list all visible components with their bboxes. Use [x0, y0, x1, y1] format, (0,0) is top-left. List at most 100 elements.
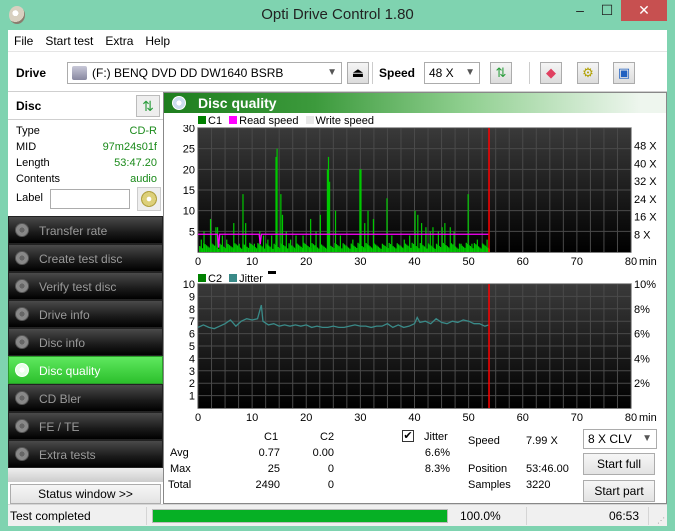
divider [648, 507, 649, 525]
menu-start-test[interactable]: Start test [39, 30, 99, 48]
stats-max-label: Max [170, 463, 191, 475]
c1-bar [337, 245, 339, 252]
c1-bar [231, 247, 233, 252]
disc-contents-key: Contents [16, 173, 61, 185]
panel-title: Disc quality [198, 95, 277, 111]
nav-label: Disc info [39, 336, 86, 350]
c1-bar [456, 247, 458, 252]
nav-label: Create test disc [39, 252, 123, 266]
start-part-button[interactable]: Start part [583, 480, 655, 502]
c1-bar [293, 247, 296, 252]
c1-bar [322, 245, 324, 252]
refresh-button[interactable]: ⇅ [490, 62, 512, 84]
nav-verify-test-disc[interactable]: Verify test disc [8, 272, 163, 300]
disc-gear-icon [15, 391, 29, 405]
disc-gear-icon [15, 335, 29, 349]
jitter-checkbox[interactable]: ✔ [402, 430, 414, 442]
disc-contents-value: audio [130, 173, 157, 185]
y2-tick-label: 8 X [634, 229, 651, 241]
c1-bar [473, 243, 476, 252]
c1-bar [448, 247, 450, 252]
eject-icon: ⏏ [351, 65, 365, 80]
c1-bar [391, 235, 393, 252]
status-bar: Test completed 100.0% 06:53 ⋰ [8, 504, 667, 526]
menu-file[interactable]: File [8, 30, 39, 48]
c1-bar [396, 243, 398, 252]
nav-cd-bler[interactable]: CD Bler [8, 384, 163, 412]
c1-bar [404, 243, 407, 252]
c1-bar [445, 245, 447, 252]
nav-label: FE / TE [39, 420, 80, 434]
position-value: 53:46.00 [526, 463, 569, 475]
progress-fill [153, 510, 447, 522]
c1-bar [241, 248, 243, 252]
c1-bar [277, 246, 279, 252]
nav-transfer-rate[interactable]: Transfer rate [8, 216, 163, 244]
c1-bar [406, 244, 408, 252]
resize-grip-icon[interactable]: ⋰ [657, 516, 665, 525]
c1-bar [262, 235, 265, 252]
menu-help[interactable]: Help [139, 30, 176, 48]
divider [529, 62, 530, 84]
nav-disc-info[interactable]: Disc info [8, 328, 163, 356]
y2-tick-label: 4% [634, 353, 650, 365]
c1-bar [472, 248, 474, 252]
position-label: Position [468, 463, 508, 475]
y-tick-label: 9 [189, 291, 195, 303]
c1-bar [347, 247, 350, 252]
drive-select[interactable]: (F:) BENQ DVD DD DW1640 BSRB ▼ [67, 62, 342, 84]
nav-create-test-disc[interactable]: Create test disc [8, 244, 163, 272]
c1-bar [346, 246, 348, 252]
c1-bar [246, 246, 248, 252]
c1-bar [446, 246, 449, 252]
status-window-button[interactable]: Status window >> [10, 484, 161, 504]
c1-bar [364, 223, 366, 252]
c1-bar [345, 245, 347, 252]
speed-value: 48 X [429, 66, 454, 80]
x-tick-label: 10 [246, 256, 258, 268]
c1-bar [281, 214, 284, 252]
y-tick-label: 30 [183, 125, 195, 135]
speed-select[interactable]: 48 X ▼ [424, 62, 480, 84]
c1-bar [480, 248, 482, 252]
c1-bar [374, 244, 377, 252]
c1-bar [282, 245, 285, 252]
c1-bar [250, 243, 252, 252]
settings-button[interactable]: ⚙ [577, 62, 599, 84]
c1-bar [357, 242, 359, 252]
c1-bar [415, 246, 417, 252]
c1-bar [292, 246, 294, 252]
write-label-button[interactable] [137, 187, 161, 211]
save-button[interactable]: ▣ [613, 62, 635, 84]
c1-bar [201, 248, 204, 252]
c1-bar [331, 246, 333, 252]
c1-bar [457, 248, 459, 252]
disc-refresh-button[interactable]: ⇅ [136, 95, 160, 117]
stats-total-label: Total [168, 479, 192, 491]
c1-bar [343, 244, 346, 252]
nav-fe-te[interactable]: FE / TE [8, 412, 163, 440]
y2-tick-label: 24 X [634, 194, 657, 206]
start-full-button[interactable]: Start full [583, 453, 655, 475]
disc-label-input[interactable] [50, 189, 130, 209]
minimize-button[interactable]: ‒ [567, 0, 593, 21]
test-speed-select[interactable]: 8 X CLV ▼ [583, 429, 657, 449]
erase-button[interactable]: ◆ [540, 62, 562, 84]
disc-gear-icon [15, 419, 29, 433]
c1-bar [327, 156, 330, 252]
menu-extra[interactable]: Extra [99, 30, 139, 48]
disc-type-row: Type CD-R [16, 125, 157, 141]
maximize-button[interactable]: ☐ [594, 0, 620, 21]
nav-disc-quality[interactable]: Disc quality [8, 356, 163, 384]
c1-bar [442, 242, 444, 252]
nav-extra-tests[interactable]: Extra tests [8, 440, 163, 468]
eject-button[interactable]: ⏏ [347, 62, 369, 84]
c1-bar [395, 248, 397, 252]
c1-bar [276, 148, 278, 252]
close-button[interactable]: ✕ [621, 0, 667, 21]
menu-bar: File Start test Extra Help [8, 30, 667, 52]
c1-chart: 5 10 15 20 25 30 0 10 20 30 40 50 60 70 80 min 8 X 16 X 24… [183, 125, 658, 268]
c1-bar [412, 243, 415, 252]
c1-bar [233, 223, 235, 252]
nav-drive-info[interactable]: Drive info [8, 300, 163, 328]
